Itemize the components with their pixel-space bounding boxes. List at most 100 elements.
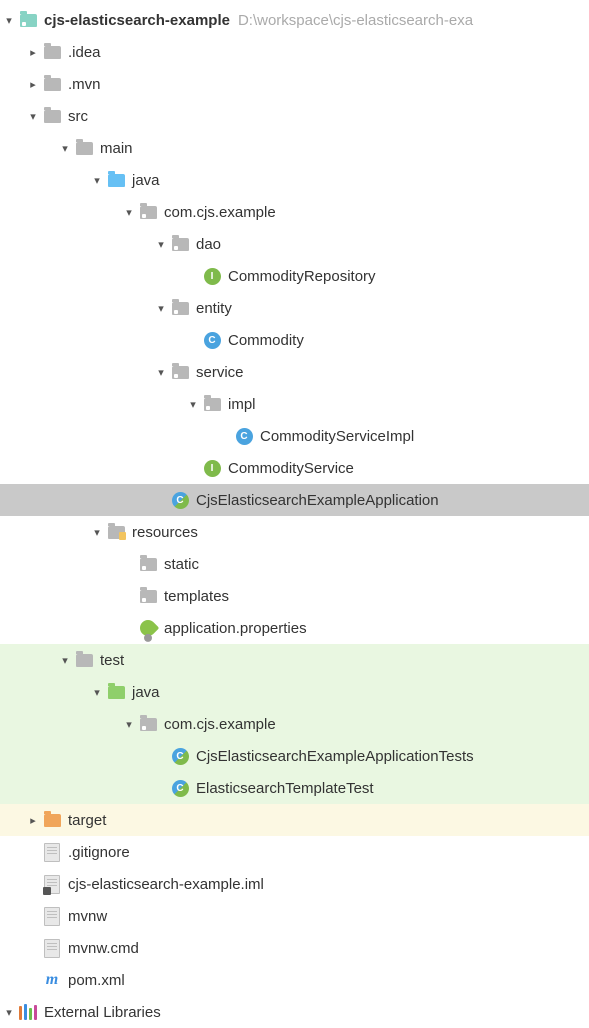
chevron-down-icon[interactable]: ▾	[152, 302, 170, 315]
item-label: entity	[196, 300, 232, 317]
tree-row[interactable]: ▸ I CommodityRepository	[0, 260, 589, 292]
chevron-down-icon[interactable]: ▾	[88, 686, 106, 699]
chevron-right-icon[interactable]: ▸	[24, 814, 42, 827]
spring-config-icon	[138, 618, 158, 638]
item-label: java	[132, 172, 160, 189]
tree-row[interactable]: ▾ main	[0, 132, 589, 164]
package-icon	[138, 714, 158, 734]
root-path: D:\workspace\cjs-elasticsearch-exa	[238, 12, 473, 29]
chevron-down-icon[interactable]: ▾	[88, 174, 106, 187]
package-icon	[138, 554, 158, 574]
class-icon: C	[202, 330, 222, 350]
item-label: ElasticsearchTemplateTest	[196, 780, 374, 797]
chevron-down-icon[interactable]: ▾	[88, 526, 106, 539]
maven-icon: m	[42, 970, 62, 990]
package-icon	[170, 234, 190, 254]
chevron-down-icon[interactable]: ▾	[24, 110, 42, 123]
item-label: service	[196, 364, 244, 381]
tree-row[interactable]: ▸ mvnw	[0, 900, 589, 932]
tree-row[interactable]: ▸ target	[0, 804, 589, 836]
tree-row[interactable]: ▾ java	[0, 676, 589, 708]
chevron-down-icon[interactable]: ▾	[152, 238, 170, 251]
tree-row[interactable]: ▾ resources	[0, 516, 589, 548]
item-label: application.properties	[164, 620, 307, 637]
package-icon	[170, 298, 190, 318]
tree-row[interactable]: ▸ I CommodityService	[0, 452, 589, 484]
folder-icon	[42, 74, 62, 94]
item-label: .idea	[68, 44, 101, 61]
file-icon	[42, 906, 62, 926]
excluded-folder-icon	[42, 810, 62, 830]
item-label: Commodity	[228, 332, 304, 349]
tree-row[interactable]: ▸ cjs-elasticsearch-example.iml	[0, 868, 589, 900]
tree-row[interactable]: ▾ dao	[0, 228, 589, 260]
tree-row[interactable]: ▸ .mvn	[0, 68, 589, 100]
spring-class-icon: C	[170, 490, 190, 510]
tree-row[interactable]: ▾ test	[0, 644, 589, 676]
tree-row[interactable]: ▸ application.properties	[0, 612, 589, 644]
item-label: CommodityService	[228, 460, 354, 477]
folder-icon	[74, 138, 94, 158]
package-icon	[170, 362, 190, 382]
tree-row[interactable]: ▸ .idea	[0, 36, 589, 68]
tree-row[interactable]: ▾ com.cjs.example	[0, 196, 589, 228]
tree-row-external-libraries[interactable]: ▾ External Libraries	[0, 996, 589, 1028]
tree-row[interactable]: ▸ C CommodityServiceImpl	[0, 420, 589, 452]
tree-row[interactable]: ▸ C CjsElasticsearchExampleApplicationTe…	[0, 740, 589, 772]
item-label: impl	[228, 396, 256, 413]
item-label: cjs-elasticsearch-example.iml	[68, 876, 264, 893]
chevron-down-icon[interactable]: ▾	[56, 142, 74, 155]
item-label: src	[68, 108, 88, 125]
item-label: resources	[132, 524, 198, 541]
item-label: dao	[196, 236, 221, 253]
tree-row[interactable]: ▸ static	[0, 548, 589, 580]
item-label: CommodityServiceImpl	[260, 428, 414, 445]
interface-icon: I	[202, 266, 222, 286]
tree-row[interactable]: ▸ m pom.xml	[0, 964, 589, 996]
chevron-down-icon[interactable]: ▾	[120, 718, 138, 731]
chevron-down-icon[interactable]: ▾	[120, 206, 138, 219]
item-label: com.cjs.example	[164, 204, 276, 221]
item-label: CommodityRepository	[228, 268, 376, 285]
chevron-right-icon[interactable]: ▸	[24, 78, 42, 91]
tree-row[interactable]: ▸ templates	[0, 580, 589, 612]
spring-class-icon: C	[170, 778, 190, 798]
project-tree[interactable]: ▾ cjs-elasticsearch-example D:\workspace…	[0, 0, 589, 1028]
chevron-right-icon[interactable]: ▸	[24, 46, 42, 59]
libraries-icon	[18, 1002, 38, 1022]
tree-row-root[interactable]: ▾ cjs-elasticsearch-example D:\workspace…	[0, 4, 589, 36]
tree-row-selected[interactable]: ▸ C CjsElasticsearchExampleApplication	[0, 484, 589, 516]
module-folder-icon	[18, 10, 38, 30]
folder-icon	[42, 106, 62, 126]
item-label: templates	[164, 588, 229, 605]
tree-row[interactable]: ▸ C ElasticsearchTemplateTest	[0, 772, 589, 804]
tree-row[interactable]: ▸ mvnw.cmd	[0, 932, 589, 964]
item-label: main	[100, 140, 133, 157]
tree-row[interactable]: ▾ com.cjs.example	[0, 708, 589, 740]
package-icon	[138, 586, 158, 606]
tree-row[interactable]: ▾ impl	[0, 388, 589, 420]
tree-row[interactable]: ▾ src	[0, 100, 589, 132]
source-folder-icon	[106, 170, 126, 190]
tree-row[interactable]: ▾ java	[0, 164, 589, 196]
item-label: CjsElasticsearchExampleApplication	[196, 492, 439, 509]
interface-icon: I	[202, 458, 222, 478]
folder-icon	[74, 650, 94, 670]
chevron-down-icon[interactable]: ▾	[0, 14, 18, 27]
chevron-down-icon[interactable]: ▾	[56, 654, 74, 667]
item-label: test	[100, 652, 124, 669]
tree-row[interactable]: ▸ C Commodity	[0, 324, 589, 356]
tree-row[interactable]: ▾ entity	[0, 292, 589, 324]
chevron-down-icon[interactable]: ▾	[152, 366, 170, 379]
item-label: mvnw	[68, 908, 107, 925]
tree-row[interactable]: ▾ service	[0, 356, 589, 388]
tree-row[interactable]: ▸ .gitignore	[0, 836, 589, 868]
test-source-folder-icon	[106, 682, 126, 702]
folder-icon	[42, 42, 62, 62]
item-label: mvnw.cmd	[68, 940, 139, 957]
package-icon	[202, 394, 222, 414]
item-label: java	[132, 684, 160, 701]
item-label: pom.xml	[68, 972, 125, 989]
chevron-down-icon[interactable]: ▾	[0, 1006, 18, 1019]
chevron-down-icon[interactable]: ▾	[184, 398, 202, 411]
